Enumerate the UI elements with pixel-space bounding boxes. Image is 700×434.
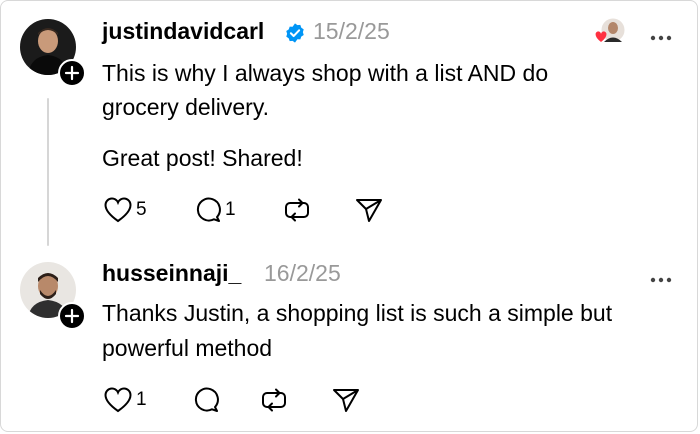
more-options-icon[interactable] xyxy=(650,28,672,46)
follow-plus-icon[interactable] xyxy=(58,302,86,330)
heart-icon xyxy=(104,197,132,223)
post-text-line: This is why I always shop with a list AN… xyxy=(102,60,549,86)
reply-button[interactable] xyxy=(191,387,219,413)
repost-icon xyxy=(285,198,309,222)
liked-by-author-avatar[interactable] xyxy=(594,17,628,50)
heart-icon xyxy=(104,387,132,413)
like-button[interactable]: 5 xyxy=(104,197,147,223)
send-icon xyxy=(356,199,382,222)
post-text-line: Great post! Shared! xyxy=(102,145,303,171)
reply-count: 1 xyxy=(225,199,236,220)
reply-button[interactable]: 1 xyxy=(193,197,236,223)
post-text-line: grocery delivery. xyxy=(102,94,270,120)
post-date: 16/2/25 xyxy=(264,260,341,286)
username[interactable]: justindavidcarl xyxy=(102,18,264,45)
post-date: 15/2/25 xyxy=(313,18,390,44)
like-button[interactable]: 1 xyxy=(104,387,147,413)
repost-button[interactable] xyxy=(283,197,311,223)
thread-connector-line xyxy=(47,98,49,246)
more-options-icon[interactable] xyxy=(650,270,672,288)
repost-button[interactable] xyxy=(260,387,288,413)
share-button[interactable] xyxy=(355,197,383,223)
like-count: 5 xyxy=(136,199,147,220)
repost-icon xyxy=(262,388,286,412)
comment-icon xyxy=(194,387,219,412)
follow-plus-icon[interactable] xyxy=(58,59,86,87)
post-text-line: powerful method xyxy=(102,335,273,361)
like-count: 1 xyxy=(136,389,147,410)
post-text-line: Thanks Justin, a shopping list is such a… xyxy=(102,300,613,326)
username[interactable]: husseinnaji_ xyxy=(102,260,241,287)
verified-badge-icon xyxy=(286,23,304,43)
send-icon xyxy=(333,389,359,412)
share-button[interactable] xyxy=(332,387,360,413)
comment-icon xyxy=(196,197,221,222)
